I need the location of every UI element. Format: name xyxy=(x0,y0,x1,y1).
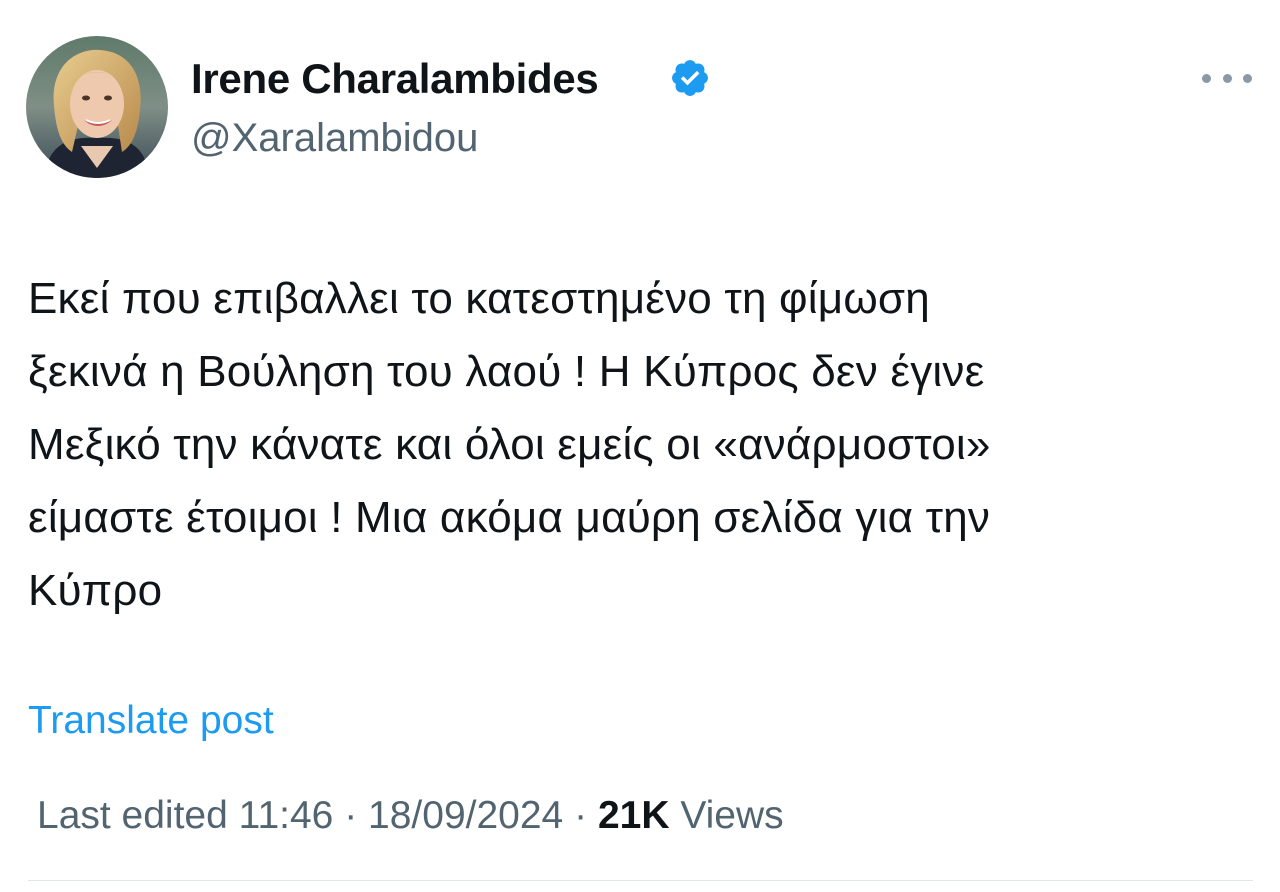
translate-post-link[interactable]: Translate post xyxy=(28,697,274,745)
edited-label[interactable]: Last edited xyxy=(37,794,228,837)
separator: · xyxy=(574,794,588,837)
author-display-name[interactable]: Irene Charalambides xyxy=(191,54,599,104)
tweet-meta: Last edited 11:46 · 18/09/2024 · 21K Vie… xyxy=(37,792,784,840)
profile-photo xyxy=(26,36,168,178)
author-handle[interactable]: @Xaralambidou xyxy=(191,114,478,162)
views-count: 21K xyxy=(597,794,670,837)
tweet-line: ξεκινά η Βούληση του λαού ! Η Κύπρος δεν… xyxy=(28,347,985,396)
tweet-line: είμαστε έτοιμοι ! Μια ακόμα μαύρη σελίδα… xyxy=(28,493,991,542)
tweet-line: Μεξικό την κάνατε και όλοι εμείς οι «ανά… xyxy=(28,420,991,469)
tweet-line: Εκεί που επιβαλλει το κατεστημένο τη φίμ… xyxy=(28,274,930,323)
dot xyxy=(1243,73,1252,83)
views-label: Views xyxy=(680,794,784,837)
tweet-text: Εκεί που επιβαλλει το κατεστημένο τη φίμ… xyxy=(28,262,1263,627)
dot xyxy=(1202,73,1211,83)
more-horizontal-icon[interactable] xyxy=(1202,66,1252,90)
avatar[interactable] xyxy=(26,36,168,178)
separator: · xyxy=(344,794,358,837)
divider xyxy=(28,880,1253,881)
verified-badge-icon[interactable] xyxy=(669,57,711,99)
tweet-line: Κύπρο xyxy=(28,566,163,615)
tweet-date[interactable]: 18/09/2024 xyxy=(368,794,563,837)
dot xyxy=(1222,73,1232,83)
tweet-time[interactable]: 11:46 xyxy=(239,794,334,837)
